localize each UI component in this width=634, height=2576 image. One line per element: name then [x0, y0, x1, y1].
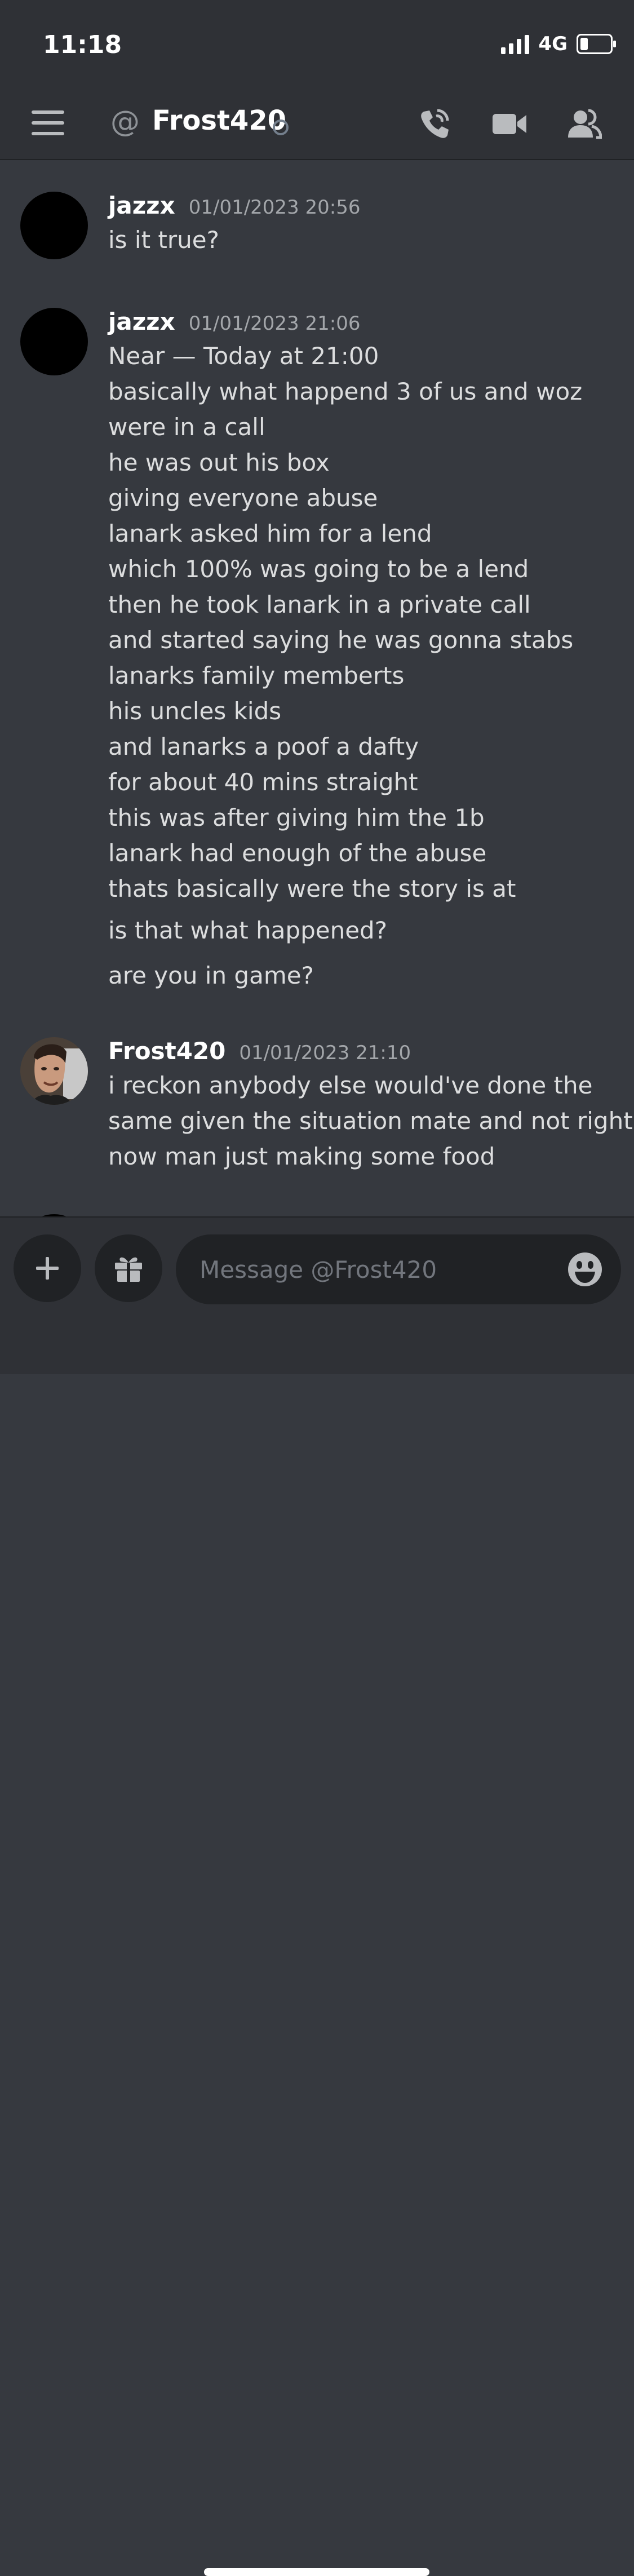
status-time: 11:18: [43, 30, 122, 59]
add-attachment-button[interactable]: [14, 1234, 81, 1302]
message-line: giving everyone abuse: [108, 484, 378, 512]
avatar[interactable]: [20, 192, 88, 259]
message-content: is it true?: [108, 222, 219, 258]
message-input[interactable]: [199, 1234, 549, 1304]
message-line: which 100% was going to be a lend: [108, 555, 529, 583]
avatar[interactable]: [20, 308, 88, 375]
message-list[interactable]: jazzx 01/01/2023 20:56 is it true? jazzx 0…: [0, 160, 634, 1216]
gift-icon: [115, 1257, 142, 1282]
message-line: basically what happend 3 of us and woz: [108, 378, 583, 405]
author-name[interactable]: jazzx: [108, 192, 175, 219]
channel-header: @ Frost420: [0, 95, 634, 157]
phone-call-icon[interactable]: [416, 106, 452, 142]
message-line: lanarks family memberts: [108, 662, 405, 689]
message-timestamp: 01/01/2023 21:06: [188, 312, 361, 335]
message-line: Near — Today at 21:00: [108, 342, 379, 370]
message-content: Near — Today at 21:00 basically what hap…: [108, 338, 582, 906]
message-line: is it true?: [108, 226, 219, 254]
message-composer: [0, 1216, 634, 2576]
message-line: then he took lanark in a private call: [108, 591, 531, 618]
message-line: his uncles kids: [108, 697, 282, 725]
message-line: this was after giving him the 1b: [108, 804, 485, 831]
message-line: he was out his box: [108, 449, 330, 476]
message-followup: is that what happened?: [108, 917, 387, 944]
message-line: and started saying he was gonna stabs: [108, 626, 574, 654]
message-line: lanark had enough of the abuse: [108, 839, 487, 867]
message-author[interactable]: jazzx 01/01/2023 21:06: [108, 308, 361, 335]
message-timestamp: 01/01/2023 21:10: [239, 1042, 411, 1064]
emoji-icon[interactable]: [567, 1251, 603, 1287]
top-bar: 11:18 4G @ Frost420: [0, 0, 634, 160]
message-content: i reckon anybody else would've done the …: [108, 1068, 633, 1174]
message-line: now man just making some food: [108, 1143, 495, 1170]
message-line: lanark asked him for a lend: [108, 520, 432, 547]
message-line: same given the situation mate and not ri…: [108, 1107, 633, 1135]
home-indicator: [204, 2568, 429, 2576]
plus-icon: [36, 1257, 59, 1280]
status-indicators: 4G: [501, 33, 616, 55]
at-icon: @: [110, 105, 140, 139]
cellular-signal-icon: [501, 34, 530, 54]
message-line: for about 40 mins straight: [108, 768, 418, 796]
message-followup: are you in game?: [108, 962, 314, 989]
message-timestamp: 01/01/2023 20:56: [188, 196, 361, 219]
battery-level: [580, 38, 588, 50]
battery-icon: [577, 34, 616, 54]
hamburger-icon[interactable]: [32, 110, 64, 135]
members-icon[interactable]: [566, 106, 602, 142]
message-author[interactable]: jazzx 01/01/2023 20:56: [108, 192, 361, 219]
channel-title[interactable]: Frost420: [152, 105, 286, 136]
message-line: and lanarks a poof a dafty: [108, 733, 419, 760]
message-line: were in a call: [108, 413, 265, 441]
gift-button[interactable]: [95, 1234, 162, 1302]
author-name[interactable]: Frost420: [108, 1037, 225, 1065]
network-type: 4G: [538, 33, 568, 55]
video-camera-icon[interactable]: [491, 106, 527, 142]
avatar[interactable]: [20, 1037, 88, 1105]
author-name[interactable]: jazzx: [108, 308, 175, 335]
message-author[interactable]: Frost420 01/01/2023 21:10: [108, 1037, 411, 1065]
offline-status-icon: [273, 119, 289, 135]
message-line: thats basically were the story is at: [108, 875, 516, 902]
message-line: i reckon anybody else would've done the: [108, 1072, 593, 1099]
message-input-wrapper[interactable]: [176, 1234, 621, 1304]
